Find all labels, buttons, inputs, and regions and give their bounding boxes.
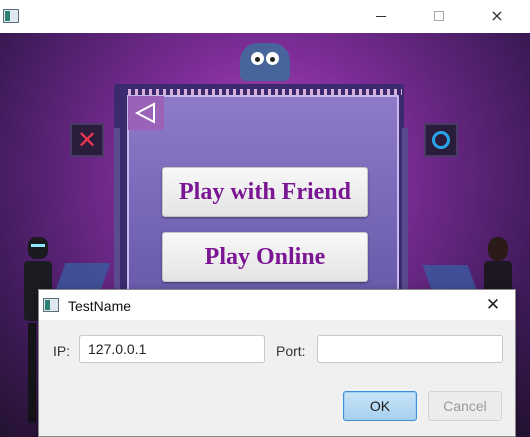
port-label: Port:	[276, 343, 306, 359]
maximize-icon	[434, 11, 444, 21]
x-mark-icon: ✕	[70, 123, 104, 157]
ok-button[interactable]: OK	[343, 391, 417, 421]
o-mark-icon	[424, 123, 458, 157]
minimize-button[interactable]	[358, 0, 404, 32]
dialog-titlebar: TestName ✕	[39, 290, 515, 320]
play-with-friend-button[interactable]: Play with Friend	[162, 167, 368, 217]
main-titlebar: ×	[0, 0, 530, 33]
close-icon: ×	[490, 6, 504, 25]
cancel-button: Cancel	[428, 391, 502, 421]
app-icon	[3, 9, 19, 23]
ip-input[interactable]	[79, 335, 265, 363]
close-button[interactable]: ×	[474, 0, 520, 32]
dialog-title: TestName	[68, 298, 132, 314]
gopher-mascot-icon	[240, 43, 290, 81]
connection-dialog: TestName ✕ IP: Port: OK Cancel	[38, 289, 516, 437]
back-button[interactable]	[128, 96, 164, 130]
triangle-back-icon	[134, 102, 155, 124]
dialog-close-button[interactable]: ✕	[471, 290, 515, 320]
maximize-button[interactable]	[416, 0, 462, 32]
port-input[interactable]	[317, 335, 503, 363]
ip-label: IP:	[53, 343, 71, 359]
play-online-button[interactable]: Play Online	[162, 232, 368, 282]
close-icon: ✕	[485, 295, 501, 315]
minimize-icon	[376, 15, 386, 17]
dialog-app-icon	[43, 298, 59, 312]
